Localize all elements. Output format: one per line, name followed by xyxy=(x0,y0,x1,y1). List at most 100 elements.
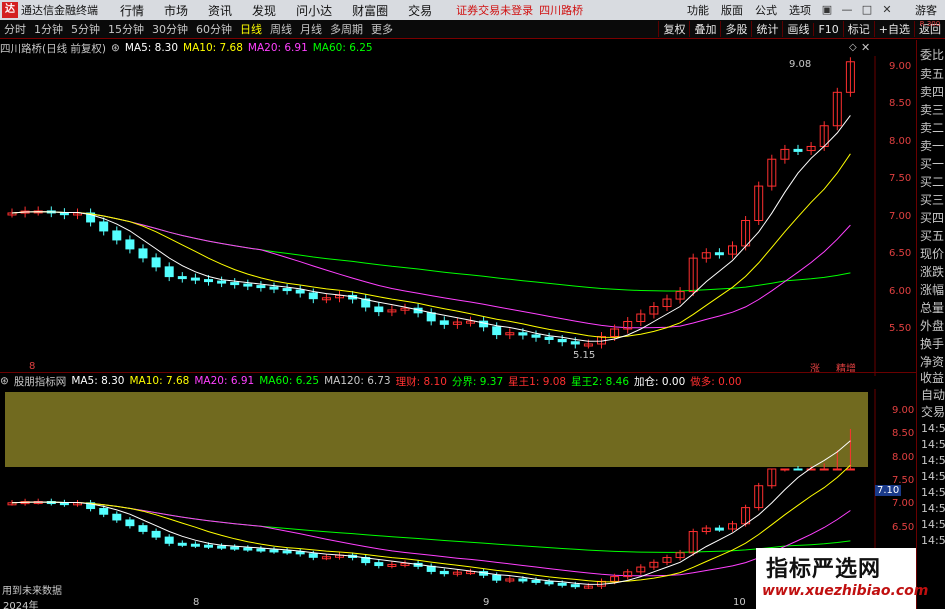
menu-ask[interactable]: 问小达 xyxy=(296,2,332,19)
candle-down xyxy=(204,279,213,283)
period-15min[interactable]: 15分钟 xyxy=(104,21,148,37)
candle-down xyxy=(125,519,135,527)
ind-label: MA10: 7.68 xyxy=(129,375,190,387)
side-label: 卖二 xyxy=(920,121,945,135)
ind-label: MA60: 6.25 xyxy=(259,375,320,387)
candle-down xyxy=(217,545,227,549)
site-watermark: 指标严选网 www.xuezhibiao.com xyxy=(756,548,928,609)
menu-trade[interactable]: 交易 xyxy=(408,2,432,19)
candle-down xyxy=(151,257,161,268)
period-daily[interactable]: 日线 xyxy=(236,21,266,37)
side-label: 买四 xyxy=(920,211,945,225)
ind-y-tick: 8.00 xyxy=(892,452,915,463)
side-label: 卖一 xyxy=(920,139,945,153)
menu-options[interactable]: 选项 xyxy=(789,2,811,18)
indicator-title: 股朋指标网 xyxy=(13,375,67,388)
ind-label: MA20: 6.91 xyxy=(194,375,255,387)
candle-down xyxy=(269,286,279,290)
settings-icon[interactable]: ⊛ xyxy=(111,42,120,54)
period-more[interactable]: 更多 xyxy=(367,21,397,37)
side2-label: 14:56 xyxy=(921,502,945,515)
login-alert[interactable]: 证券交易未登录 xyxy=(456,2,533,18)
ma20-label: MA20: 6.91 xyxy=(247,42,308,54)
candle-down xyxy=(99,508,109,515)
side-label: 净资 xyxy=(920,355,945,369)
period-monthly[interactable]: 月线 xyxy=(296,21,326,37)
ma10-label: MA10: 7.68 xyxy=(183,42,243,54)
time-label: 9 xyxy=(483,597,490,608)
close-icon[interactable]: ✕ xyxy=(880,3,894,17)
candle-down xyxy=(295,551,305,555)
stats-button[interactable]: 统计 xyxy=(751,21,782,37)
candle-down xyxy=(426,565,436,572)
menu-formula[interactable]: 公式 xyxy=(755,2,777,18)
ind-label: 理财: 8.10 xyxy=(395,375,447,388)
side2-label[interactable]: 交易 xyxy=(921,403,945,420)
diamond-icon[interactable]: ◇ xyxy=(849,42,857,53)
period-60min[interactable]: 60分钟 xyxy=(192,21,236,37)
ind-label: 做多: 0.00 xyxy=(690,375,742,388)
candle-down xyxy=(190,277,200,281)
side2-label: 14:56 xyxy=(921,454,945,467)
indicator-settings-icon[interactable]: ⊛ xyxy=(0,375,9,387)
side-label: 换手 xyxy=(920,337,945,351)
y-tick: 7.00 xyxy=(889,211,912,222)
period-5min[interactable]: 5分钟 xyxy=(67,21,104,37)
period-intraday[interactable]: 分时 xyxy=(0,21,30,37)
maximize-icon[interactable]: □ xyxy=(860,3,874,17)
candle-up xyxy=(819,468,829,471)
menu-quotes[interactable]: 行情 xyxy=(120,2,144,19)
candle-down xyxy=(570,341,580,345)
overlay-button[interactable]: 叠加 xyxy=(689,21,720,37)
menu-discover[interactable]: 发现 xyxy=(252,2,276,19)
period-weekly[interactable]: 周线 xyxy=(266,21,296,37)
panel-close-icon[interactable]: ✕ xyxy=(861,41,870,54)
menu-function[interactable]: 功能 xyxy=(687,2,709,18)
candle-down xyxy=(151,530,161,538)
period-multi[interactable]: 多周期 xyxy=(326,21,367,37)
candle-down xyxy=(793,148,803,152)
period-1min[interactable]: 1分钟 xyxy=(30,21,67,37)
candle-down xyxy=(492,326,502,336)
candle-down xyxy=(308,553,318,558)
candle-down xyxy=(374,306,384,313)
mark-button[interactable]: 标记 xyxy=(842,21,874,37)
menu-news[interactable]: 资讯 xyxy=(208,2,232,19)
candle-down xyxy=(112,513,122,521)
candle-up xyxy=(845,468,855,471)
candle-down xyxy=(177,276,187,280)
menu-wealth[interactable]: 财富圈 xyxy=(352,2,388,19)
candle-down xyxy=(256,285,266,289)
side2-label: 14:56 xyxy=(921,486,945,499)
multi-stock-button[interactable]: 多股 xyxy=(720,21,751,37)
add-watchlist-button[interactable]: +自选 xyxy=(873,21,914,37)
period-30min[interactable]: 30分钟 xyxy=(148,21,192,37)
date-marker: 8 xyxy=(29,361,36,372)
ind-label: 分界: 9.37 xyxy=(451,375,504,388)
current-stock-name: 四川路桥 xyxy=(539,4,584,17)
ind-label: 星王1: 9.08 xyxy=(508,375,567,388)
side-label: 外盘 xyxy=(920,319,945,333)
draw-line-button[interactable]: 画线 xyxy=(782,21,813,37)
guest-label[interactable]: 游客 xyxy=(915,2,937,18)
side2-label: 14:56 xyxy=(921,470,945,483)
side-top-label: R 300 xyxy=(919,20,941,28)
adjust-button[interactable]: 复权 xyxy=(658,21,689,37)
ind-y-tick: 9.00 xyxy=(892,405,915,416)
menu-market[interactable]: 市场 xyxy=(164,2,188,19)
chart-title: 四川路桥(日线 前复权) xyxy=(0,42,107,55)
candle-down xyxy=(177,542,187,546)
candle-down xyxy=(125,239,135,250)
menu-layout[interactable]: 版面 xyxy=(721,2,743,18)
candle-down xyxy=(269,549,279,553)
y-tick: 7.50 xyxy=(889,173,912,184)
candlestick-chart[interactable] xyxy=(0,56,916,376)
candle-down xyxy=(138,525,148,532)
side2-label[interactable]: 自动 xyxy=(921,386,945,403)
restore-icon[interactable]: ▣ xyxy=(820,3,834,17)
minimize-icon[interactable]: — xyxy=(840,3,854,17)
candle-down xyxy=(190,543,200,547)
candle-down xyxy=(714,527,724,531)
f10-button[interactable]: F10 xyxy=(813,22,842,36)
ind-y-tick: 8.50 xyxy=(892,428,915,439)
